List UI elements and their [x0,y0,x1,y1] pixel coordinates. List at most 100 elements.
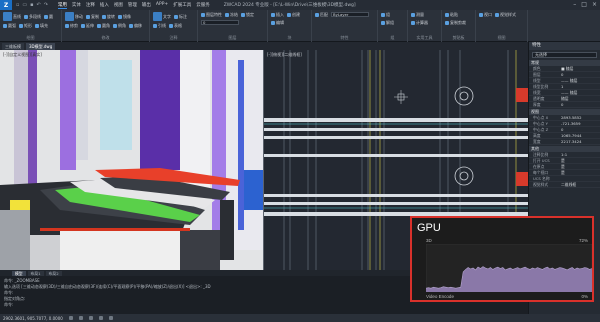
ribbon-tab[interactable]: 视图 [114,2,123,9]
ribbon-button[interactable]: 冻结 [225,12,238,18]
document-tab[interactable]: 三维板模 [2,42,24,50]
ribbon-button[interactable]: 粘贴 [445,12,458,18]
ribbon-button[interactable]: 直线 [3,12,21,21]
ribbon-group: 组解组组 [378,10,408,42]
ribbon-button[interactable]: 旋转 [102,12,115,21]
ribbon-button[interactable]: 复制 [86,12,99,21]
undo-icon[interactable]: ↶ [37,2,41,8]
ribbon-button[interactable]: 表格 [169,23,182,29]
gpu-engine-top-label: 3D [426,238,432,243]
ribbon-button[interactable]: 视觉样式 [495,12,516,18]
save-icon[interactable]: ▪ [30,2,33,8]
3d-model-render [0,50,264,270]
ribbon-button[interactable]: 创建 [287,12,300,18]
viewport-label-2d[interactable]: [-][俯视][二维线框] [267,52,302,58]
ribbon-button[interactable]: 复制剪裁 [445,20,466,26]
ribbon-button-label: 镜像 [123,13,131,19]
viewport-label-3d[interactable]: [-][自定义视图][真实] [3,52,42,58]
property-name: 每个视口 [533,170,549,175]
new-icon[interactable]: ▫ [16,2,19,8]
property-row[interactable]: 厚度 0 [529,102,600,108]
ribbon-button[interactable]: 文字 [153,12,171,21]
ribbon-button[interactable]: 视口 [479,12,492,18]
ribbon-combo[interactable]: ByLayer [331,12,369,17]
ribbon-tab[interactable]: 常用 [57,2,67,9]
ribbon-button[interactable]: 镜像 [118,12,131,21]
gpu-usage-graph [426,244,592,292]
property-name: 宽度 [533,139,541,144]
ribbon-button-label: 引线 [158,23,166,28]
ribbon-tab[interactable]: 注释 [86,2,95,9]
ribbon-button-label: 计算器 [416,20,428,25]
redo-icon[interactable]: ↷ [44,2,48,8]
ribbon-button[interactable]: 矩形 [19,23,32,29]
ribbon-button[interactable]: 插入 [271,12,284,18]
ribbon-button[interactable]: 解组 [381,20,394,26]
ribbon-button[interactable]: 移动 [65,12,83,21]
ribbon-button[interactable]: 圆弧 [3,23,16,29]
property-value: 1065.7944 [561,133,582,138]
property-row[interactable]: 宽度 2217.3424 [529,139,600,145]
layout-tab[interactable]: 模型 [12,270,26,276]
ribbon-button[interactable]: 图层特性 [201,12,222,18]
tool-icon [81,24,85,28]
ribbon-group-buttons: 组解组 [381,12,404,26]
ribbon-button[interactable]: 倒角 [113,23,126,29]
tool-icon [35,24,39,28]
tool-icon [65,24,69,28]
viewport-3d[interactable]: [-][自定义视图][真实] [0,50,264,270]
layout-tab[interactable]: 布局2 [45,270,62,276]
layout-tab[interactable]: 布局1 [27,270,44,276]
ribbon-button[interactable]: 组 [381,12,390,18]
maximize-icon[interactable]: □ [581,1,587,8]
ribbon-group-name: 注释 [169,35,178,40]
ribbon-button[interactable]: 计算器 [411,20,428,26]
tool-icon [225,13,229,17]
minimize-icon[interactable]: – [573,1,576,8]
ribbon-button-label: 圆弧 [8,23,16,28]
polar-toggle-icon[interactable] [98,316,103,320]
ribbon-button[interactable]: 填充 [35,23,48,29]
property-value: 0 [561,72,564,77]
property-row[interactable]: 视觉样式 二维线框 [529,182,600,188]
ribbon-tab[interactable]: 云服务 [196,2,210,9]
ribbon-button[interactable]: 锁定 [241,12,254,18]
window-title: ZWCAD 2024 专业版 - [E:\L-Win\Drive\三维板模\3D… [223,3,356,8]
ribbon-button[interactable]: 修剪 [65,23,78,29]
osnap-toggle-icon[interactable] [108,316,113,320]
ribbon-button[interactable]: 圆角 [97,23,110,29]
app-logo[interactable]: Z [0,0,12,10]
ribbon-tabs: 常用 实体 注释 插入 视图 管理 输出 APP+ 扩展工具 云服务 [57,2,210,9]
ribbon-button-label: 冻结 [230,12,238,17]
ribbon-tab[interactable]: 实体 [72,2,81,9]
tool-icon [118,14,122,19]
ribbon-button[interactable]: 引线 [153,23,166,29]
ribbon-button[interactable]: 标注 [174,12,187,21]
ribbon-button[interactable]: 测量 [411,12,424,18]
ribbon-tab[interactable]: 扩展工具 [173,2,191,9]
ribbon-tab[interactable]: 插入 [100,2,109,9]
ribbon-button-label: 测量 [416,12,424,17]
ribbon-group-buttons: 粘贴 复制剪裁 [445,12,472,26]
document-tab[interactable]: 3D模型.dwg [26,42,56,50]
ribbon-button[interactable]: 匹配 [315,12,328,18]
close-icon[interactable]: × [592,1,597,8]
grid-toggle-icon[interactable] [68,316,73,320]
ribbon-button-label: 表格 [174,23,182,28]
ribbon-tab[interactable]: APP+ [156,2,168,9]
ribbon-tab[interactable]: 管理 [128,2,137,9]
open-icon[interactable]: ▭ [22,2,27,8]
ribbon-tab[interactable]: 输出 [142,2,151,9]
ribbon-button[interactable]: 编辑 [271,20,284,26]
property-name: 线宽 [533,90,541,95]
tool-icon [19,24,23,28]
ribbon-button[interactable]: 圆 [44,12,53,21]
ribbon-button[interactable]: 多段线 [24,12,41,21]
ribbon-button[interactable]: 偏移 [129,23,142,29]
ortho-toggle-icon[interactable] [88,316,93,320]
snap-toggle-icon[interactable] [78,316,83,320]
ribbon-combo[interactable]: 0 [201,20,239,25]
ribbon-button[interactable]: 延伸 [81,23,94,29]
selection-dropdown[interactable]: 无选择 [532,52,597,58]
gpu-top-value: 72% [578,238,588,243]
